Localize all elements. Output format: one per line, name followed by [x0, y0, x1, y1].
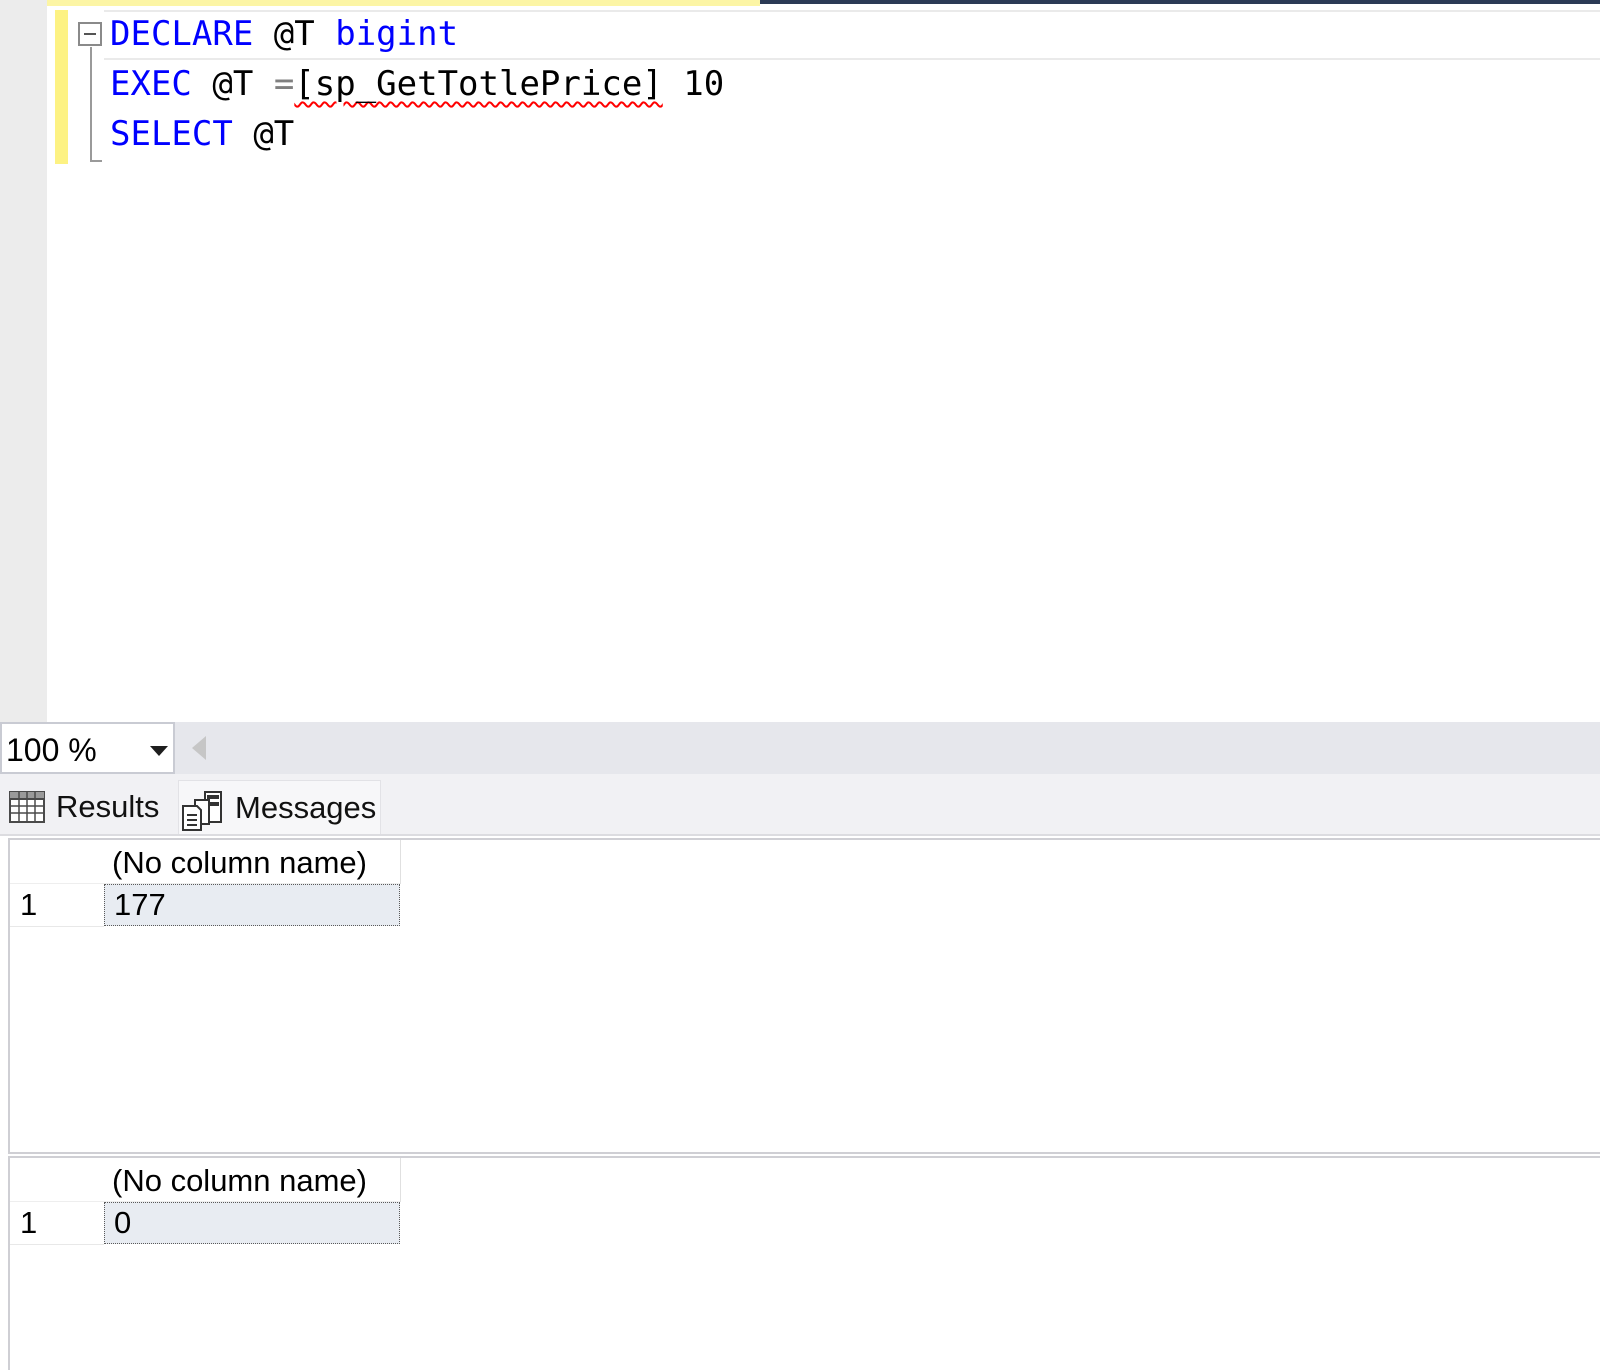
column-header[interactable]: (No column name)	[104, 1160, 367, 1202]
result-cell[interactable]: 0	[104, 1202, 400, 1244]
change-tracking-bar	[55, 10, 68, 164]
chevron-down-icon	[150, 746, 168, 756]
sql-argument: 10	[683, 64, 725, 104]
result-cell[interactable]: 177	[104, 884, 400, 926]
sql-variable: @T	[253, 114, 295, 154]
editor-gutter	[0, 0, 47, 722]
column-separator	[400, 1158, 401, 1202]
zoom-dropdown[interactable]: 100 %	[0, 722, 175, 774]
collapse-icon[interactable]	[78, 22, 102, 46]
sql-type: bigint	[335, 14, 459, 54]
row-separator	[10, 926, 104, 927]
row-separator	[10, 1244, 104, 1245]
tab-strip-border	[760, 0, 1600, 4]
query-editor[interactable]: DECLARE @T bigint EXEC @T =[sp_GetTotleP…	[0, 0, 1600, 722]
sql-keyword: EXEC	[110, 64, 192, 104]
messages-icon	[182, 790, 222, 831]
row-number[interactable]: 1	[20, 884, 37, 926]
sql-variable: @T	[273, 14, 315, 54]
results-tab-strip: Results Messages	[0, 774, 1600, 836]
sql-variable: @T	[212, 64, 254, 104]
tab-results[interactable]: Results	[8, 780, 178, 834]
sql-operator: =	[273, 64, 295, 104]
column-header[interactable]: (No column name)	[104, 842, 367, 884]
zoom-value: 100 %	[6, 732, 97, 768]
result-grid-1[interactable]: (No column name) 1 177	[8, 838, 1600, 1154]
sql-keyword: SELECT	[110, 114, 233, 154]
row-number[interactable]: 1	[20, 1202, 37, 1244]
tab-results-label: Results	[56, 789, 160, 824]
code-line-3[interactable]: SELECT @T	[110, 109, 294, 159]
outline-line-end	[90, 160, 102, 162]
scroll-left-arrow-icon[interactable]	[192, 736, 206, 760]
column-separator	[400, 840, 401, 884]
grid-icon	[9, 791, 45, 823]
outline-line	[90, 47, 92, 162]
zoom-scroll-strip: 100 %	[0, 722, 1600, 774]
tab-messages-label: Messages	[235, 789, 377, 825]
sql-keyword: DECLARE	[110, 14, 254, 54]
result-grid-2[interactable]: (No column name) 1 0	[8, 1156, 1600, 1370]
code-line-1[interactable]: DECLARE @T bigint	[110, 9, 458, 59]
tab-accent-bar	[0, 0, 760, 6]
code-line-2[interactable]: EXEC @T =[sp_GetTotlePrice] 10	[110, 59, 724, 109]
sql-procedure-name: [sp_GetTotlePrice]	[294, 64, 663, 104]
tab-messages[interactable]: Messages	[178, 780, 381, 834]
